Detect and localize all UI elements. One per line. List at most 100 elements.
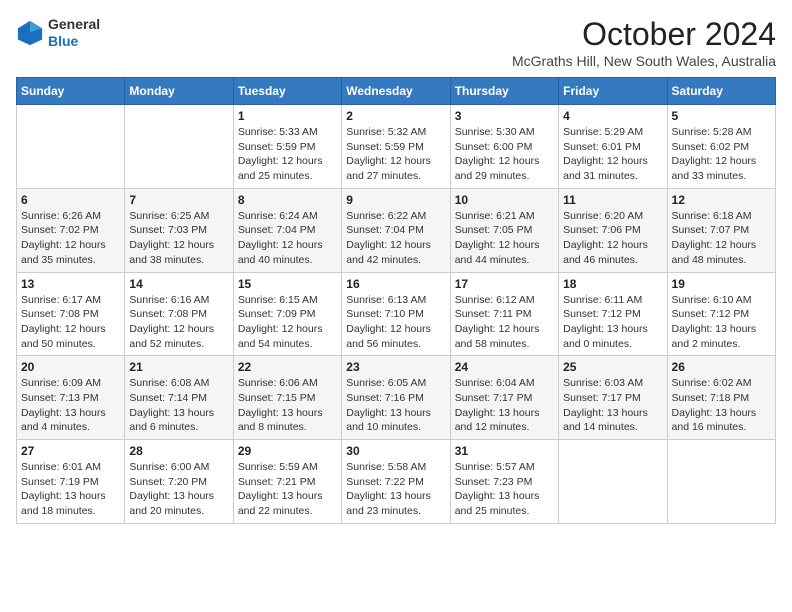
day-number: 13: [21, 277, 120, 291]
calendar-cell: 5 Sunrise: 5:28 AM Sunset: 6:02 PM Daylig…: [667, 105, 775, 189]
title-block: October 2024 McGraths Hill, New South Wa…: [512, 16, 776, 69]
day-number: 23: [346, 360, 445, 374]
day-info: Sunrise: 6:04 AM Sunset: 7:17 PM Dayligh…: [455, 376, 554, 435]
calendar-cell: 7 Sunrise: 6:25 AM Sunset: 7:03 PM Daylig…: [125, 188, 233, 272]
calendar-cell: 12Sunrise: 6:18 AM Sunset: 7:07 PM Dayli…: [667, 188, 775, 272]
calendar-header: SundayMondayTuesdayWednesdayThursdayFrid…: [17, 78, 776, 105]
day-info: Sunrise: 6:26 AM Sunset: 7:02 PM Dayligh…: [21, 209, 120, 268]
day-info: Sunrise: 5:57 AM Sunset: 7:23 PM Dayligh…: [455, 460, 554, 519]
day-number: 16: [346, 277, 445, 291]
calendar-cell: [17, 105, 125, 189]
day-number: 6: [21, 193, 120, 207]
day-info: Sunrise: 5:59 AM Sunset: 7:21 PM Dayligh…: [238, 460, 337, 519]
day-number: 30: [346, 444, 445, 458]
day-info: Sunrise: 6:05 AM Sunset: 7:16 PM Dayligh…: [346, 376, 445, 435]
calendar-cell: 21Sunrise: 6:08 AM Sunset: 7:14 PM Dayli…: [125, 356, 233, 440]
calendar-cell: 27 Sunrise: 6:01 AM Sunset: 7:19 PM Dayli…: [17, 440, 125, 524]
calendar-cell: 20 Sunrise: 6:09 AM Sunset: 7:13 PM Dayli…: [17, 356, 125, 440]
day-info: Sunrise: 6:24 AM Sunset: 7:04 PM Dayligh…: [238, 209, 337, 268]
day-info: Sunrise: 6:11 AM Sunset: 7:12 PM Dayligh…: [563, 293, 662, 352]
day-number: 9: [346, 193, 445, 207]
calendar-cell: 11 Sunrise: 6:20 AM Sunset: 7:06 PM Dayli…: [559, 188, 667, 272]
day-number: 11: [563, 193, 662, 207]
day-number: 25: [563, 360, 662, 374]
weekday-header-wednesday: Wednesday: [342, 78, 450, 105]
calendar-cell: 17 Sunrise: 6:12 AM Sunset: 7:11 PM Dayli…: [450, 272, 558, 356]
day-number: 17: [455, 277, 554, 291]
calendar-cell: 29 Sunrise: 5:59 AM Sunset: 7:21 PM Dayli…: [233, 440, 341, 524]
day-info: Sunrise: 6:09 AM Sunset: 7:13 PM Dayligh…: [21, 376, 120, 435]
day-info: Sunrise: 6:03 AM Sunset: 7:17 PM Dayligh…: [563, 376, 662, 435]
calendar-week-2: 6 Sunrise: 6:26 AM Sunset: 7:02 PM Daylig…: [17, 188, 776, 272]
day-number: 19: [672, 277, 771, 291]
calendar-cell: 4 Sunrise: 5:29 AM Sunset: 6:01 PM Daylig…: [559, 105, 667, 189]
day-info: Sunrise: 6:21 AM Sunset: 7:05 PM Dayligh…: [455, 209, 554, 268]
day-number: 2: [346, 109, 445, 123]
day-info: Sunrise: 5:28 AM Sunset: 6:02 PM Dayligh…: [672, 125, 771, 184]
day-info: Sunrise: 6:13 AM Sunset: 7:10 PM Dayligh…: [346, 293, 445, 352]
day-info: Sunrise: 6:22 AM Sunset: 7:04 PM Dayligh…: [346, 209, 445, 268]
day-number: 12: [672, 193, 771, 207]
day-number: 10: [455, 193, 554, 207]
day-number: 18: [563, 277, 662, 291]
day-info: Sunrise: 5:29 AM Sunset: 6:01 PM Dayligh…: [563, 125, 662, 184]
day-info: Sunrise: 5:58 AM Sunset: 7:22 PM Dayligh…: [346, 460, 445, 519]
logo-text: General Blue: [48, 16, 100, 50]
day-info: Sunrise: 6:01 AM Sunset: 7:19 PM Dayligh…: [21, 460, 120, 519]
calendar-cell: 2Sunrise: 5:32 AM Sunset: 5:59 PM Daylig…: [342, 105, 450, 189]
day-number: 26: [672, 360, 771, 374]
day-info: Sunrise: 6:15 AM Sunset: 7:09 PM Dayligh…: [238, 293, 337, 352]
day-info: Sunrise: 6:25 AM Sunset: 7:03 PM Dayligh…: [129, 209, 228, 268]
calendar-week-5: 27 Sunrise: 6:01 AM Sunset: 7:19 PM Dayli…: [17, 440, 776, 524]
day-number: 7: [129, 193, 228, 207]
day-number: 3: [455, 109, 554, 123]
day-info: Sunrise: 6:12 AM Sunset: 7:11 PM Dayligh…: [455, 293, 554, 352]
day-info: Sunrise: 6:17 AM Sunset: 7:08 PM Dayligh…: [21, 293, 120, 352]
month-title: October 2024: [512, 16, 776, 53]
day-number: 28: [129, 444, 228, 458]
calendar-cell: 3Sunrise: 5:30 AM Sunset: 6:00 PM Daylig…: [450, 105, 558, 189]
location: McGraths Hill, New South Wales, Australi…: [512, 53, 776, 69]
day-info: Sunrise: 6:20 AM Sunset: 7:06 PM Dayligh…: [563, 209, 662, 268]
calendar-cell: 24 Sunrise: 6:04 AM Sunset: 7:17 PM Dayli…: [450, 356, 558, 440]
day-number: 14: [129, 277, 228, 291]
calendar-cell: 22 Sunrise: 6:06 AM Sunset: 7:15 PM Dayli…: [233, 356, 341, 440]
weekday-header-sunday: Sunday: [17, 78, 125, 105]
day-info: Sunrise: 6:02 AM Sunset: 7:18 PM Dayligh…: [672, 376, 771, 435]
calendar-week-3: 13 Sunrise: 6:17 AM Sunset: 7:08 PM Dayli…: [17, 272, 776, 356]
day-number: 1: [238, 109, 337, 123]
calendar-cell: [559, 440, 667, 524]
weekday-header-monday: Monday: [125, 78, 233, 105]
calendar-cell: 31 Sunrise: 5:57 AM Sunset: 7:23 PM Dayli…: [450, 440, 558, 524]
calendar-week-4: 20 Sunrise: 6:09 AM Sunset: 7:13 PM Dayli…: [17, 356, 776, 440]
calendar-cell: 1Sunrise: 5:33 AM Sunset: 5:59 PM Daylig…: [233, 105, 341, 189]
weekday-header-friday: Friday: [559, 78, 667, 105]
day-info: Sunrise: 6:00 AM Sunset: 7:20 PM Dayligh…: [129, 460, 228, 519]
weekday-header-thursday: Thursday: [450, 78, 558, 105]
day-number: 8: [238, 193, 337, 207]
day-number: 27: [21, 444, 120, 458]
day-number: 21: [129, 360, 228, 374]
calendar-cell: [667, 440, 775, 524]
day-number: 5: [672, 109, 771, 123]
day-number: 29: [238, 444, 337, 458]
calendar-cell: 25 Sunrise: 6:03 AM Sunset: 7:17 PM Dayli…: [559, 356, 667, 440]
day-number: 24: [455, 360, 554, 374]
weekday-header-saturday: Saturday: [667, 78, 775, 105]
logo: General Blue: [16, 16, 100, 50]
page-header: General Blue October 2024 McGraths Hill,…: [16, 16, 776, 69]
day-number: 4: [563, 109, 662, 123]
day-info: Sunrise: 6:06 AM Sunset: 7:15 PM Dayligh…: [238, 376, 337, 435]
calendar-cell: 23 Sunrise: 6:05 AM Sunset: 7:16 PM Dayli…: [342, 356, 450, 440]
day-number: 20: [21, 360, 120, 374]
calendar-cell: 19Sunrise: 6:10 AM Sunset: 7:12 PM Dayli…: [667, 272, 775, 356]
day-info: Sunrise: 6:16 AM Sunset: 7:08 PM Dayligh…: [129, 293, 228, 352]
day-number: 31: [455, 444, 554, 458]
calendar-cell: 18 Sunrise: 6:11 AM Sunset: 7:12 PM Dayli…: [559, 272, 667, 356]
calendar-table: SundayMondayTuesdayWednesdayThursdayFrid…: [16, 77, 776, 524]
calendar-week-1: 1Sunrise: 5:33 AM Sunset: 5:59 PM Daylig…: [17, 105, 776, 189]
day-number: 22: [238, 360, 337, 374]
calendar-cell: 9 Sunrise: 6:22 AM Sunset: 7:04 PM Daylig…: [342, 188, 450, 272]
day-number: 15: [238, 277, 337, 291]
logo-icon: [16, 19, 44, 47]
